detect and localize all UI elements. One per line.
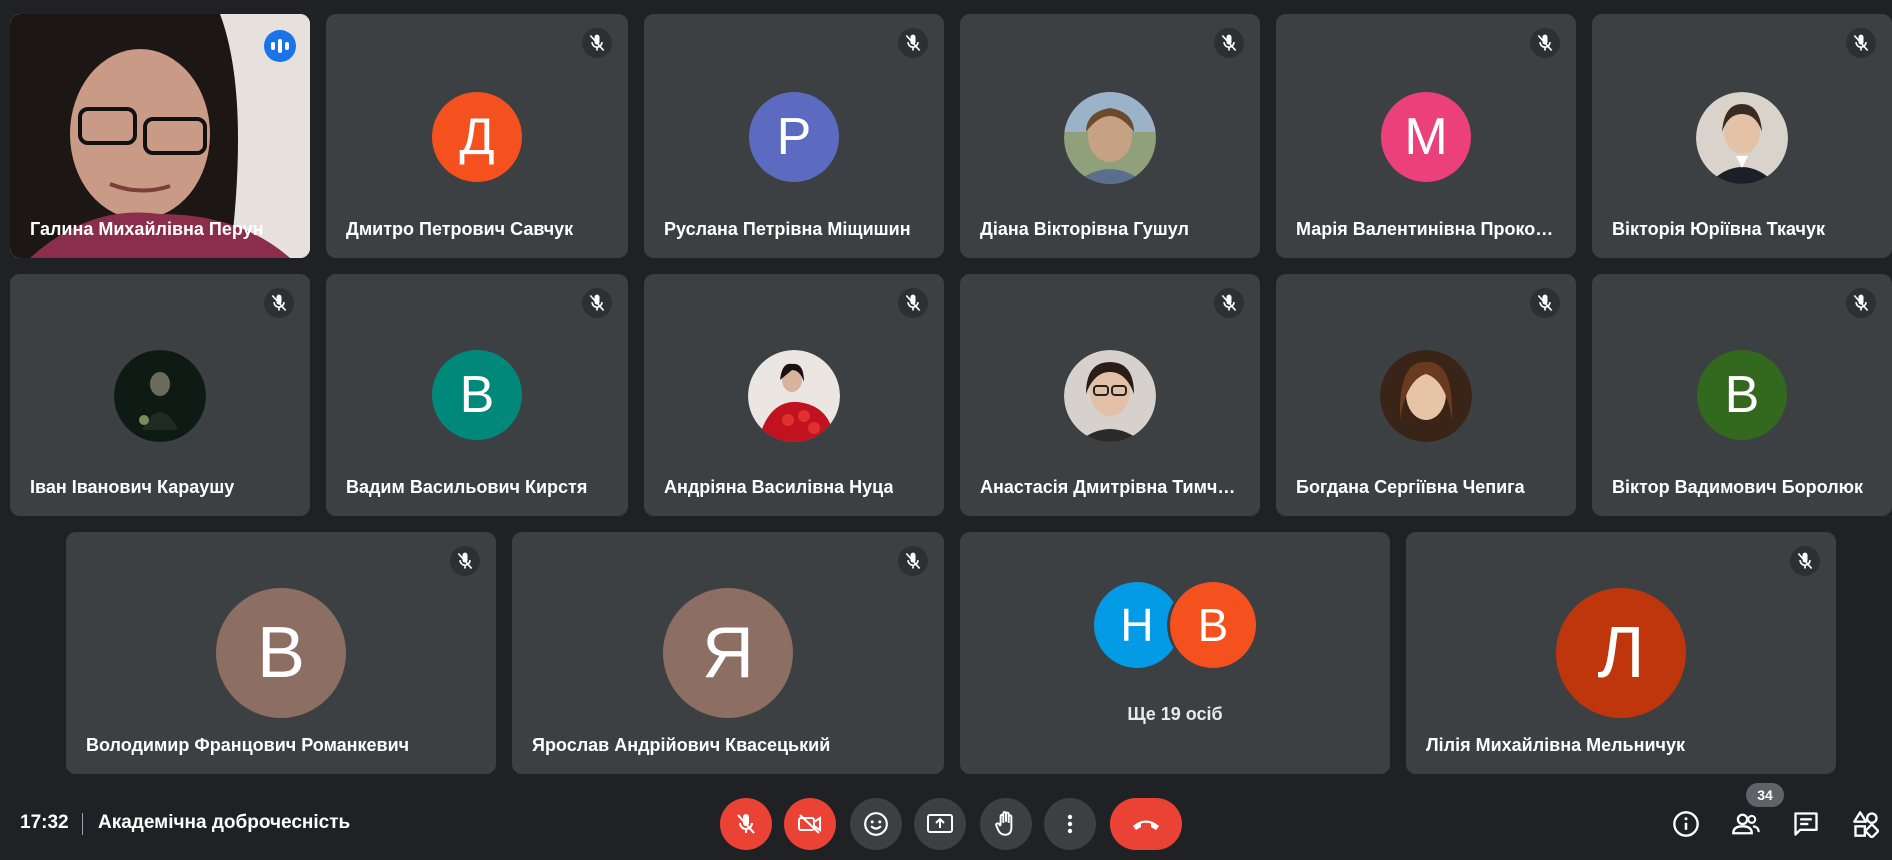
participant-tile[interactable]: Д Дмитро Петрович Савчук	[326, 14, 628, 258]
participant-tile[interactable]: В Вадим Васильович Кирстя	[326, 274, 628, 516]
mic-off-icon	[1214, 288, 1244, 318]
mic-off-icon	[1214, 28, 1244, 58]
avatar: В	[1170, 582, 1256, 668]
mic-off-icon	[898, 546, 928, 576]
mic-off-icon	[1530, 28, 1560, 58]
avatar: В	[1697, 350, 1787, 440]
mic-off-icon	[1846, 28, 1876, 58]
camera-off-icon	[798, 814, 821, 834]
mic-off-icon	[1846, 288, 1876, 318]
avatar-photo	[1380, 350, 1472, 442]
participant-name: Галина Михайлівна Перун	[30, 219, 264, 239]
participant-tile[interactable]: Іван Іванович Караушу	[10, 274, 310, 516]
hand-icon	[995, 811, 1013, 836]
meeting-details-button[interactable]	[1668, 806, 1704, 842]
avatar: В	[216, 588, 346, 718]
present-screen-button[interactable]	[914, 798, 966, 850]
participant-tile[interactable]: Діана Вікторівна Гушул	[960, 14, 1260, 258]
participant-tile[interactable]: Р Руслана Петрівна Міщишин	[644, 14, 944, 258]
participant-tile-speaking[interactable]: Галина Михайлівна Перун	[10, 14, 310, 258]
avatar-photo	[1064, 350, 1156, 442]
more-vertical-icon	[1067, 814, 1073, 834]
mic-off-icon	[582, 28, 612, 58]
leave-call-button[interactable]	[1110, 798, 1182, 850]
participant-name: Іван Іванович Караушу	[30, 477, 235, 497]
avatar: Я	[663, 588, 793, 718]
avatar-photo	[1064, 92, 1156, 184]
participant-name: Ярослав Андрійович Квасецький	[532, 735, 831, 755]
activities-button[interactable]	[1848, 806, 1884, 842]
mic-off-icon	[898, 28, 928, 58]
avatar-photo	[748, 350, 840, 442]
chat-icon	[1794, 812, 1818, 836]
participant-name: Вікторія Юріївна Ткачук	[1612, 219, 1826, 239]
camera-toggle-button[interactable]	[784, 798, 836, 850]
avatar: Л	[1556, 588, 1686, 718]
divider	[82, 813, 83, 835]
avatar-photo	[114, 350, 206, 442]
participant-name: Діана Вікторівна Гушул	[980, 219, 1189, 239]
avatar: М	[1381, 92, 1471, 182]
participant-tile[interactable]: Богдана Сергіївна Чепига	[1276, 274, 1576, 516]
participant-tile[interactable]: В Володимир Францович Романкевич	[66, 532, 496, 774]
mic-off-icon	[582, 288, 612, 318]
microphone-toggle-button[interactable]	[720, 798, 772, 850]
avatar: Н	[1094, 582, 1180, 668]
participant-tile[interactable]: Андріяна Василівна Нуца	[644, 274, 944, 516]
participant-name: Марія Валентинівна Прокоп...	[1296, 219, 1556, 239]
participant-name: Андріяна Василівна Нуца	[664, 477, 894, 497]
participant-name: Лілія Михайлівна Мельничук	[1426, 735, 1686, 755]
participant-name: Віктор Вадимович Боролюк	[1612, 477, 1864, 497]
avatar-photo	[1696, 92, 1788, 184]
people-button[interactable]	[1728, 806, 1764, 842]
participant-name: Анастасія Дмитрівна Тимчи...	[980, 477, 1240, 497]
participant-tile[interactable]: М Марія Валентинівна Прокоп...	[1276, 14, 1576, 258]
participant-tile[interactable]: Я Ярослав Андрійович Квасецький	[512, 532, 944, 774]
clock: 17:32	[20, 812, 69, 833]
speaking-indicator-icon	[264, 30, 296, 62]
mic-off-icon	[1530, 288, 1560, 318]
mic-off-icon	[450, 546, 480, 576]
hang-up-icon	[1133, 820, 1159, 830]
participant-tile[interactable]: Анастасія Дмитрівна Тимчи...	[960, 274, 1260, 516]
meeting-title: Академічна доброчесність	[98, 812, 351, 833]
mic-off-icon	[898, 288, 928, 318]
participant-name: Руслана Петрівна Міщишин	[664, 219, 911, 239]
participant-name: Володимир Францович Романкевич	[86, 735, 410, 755]
avatar: Р	[749, 92, 839, 182]
raise-hand-button[interactable]	[980, 798, 1032, 850]
participant-name: Вадим Васильович Кирстя	[346, 477, 588, 497]
participant-name: Богдана Сергіївна Чепига	[1296, 477, 1525, 497]
others-count-label: Ще 19 осіб	[1127, 704, 1223, 724]
emoji-icon	[864, 812, 888, 836]
present-screen-icon	[927, 814, 953, 833]
mic-off-icon	[264, 288, 294, 318]
reactions-button[interactable]	[850, 798, 902, 850]
participant-name: Дмитро Петрович Савчук	[346, 219, 574, 239]
chat-button[interactable]	[1788, 806, 1824, 842]
participant-tile[interactable]: В Віктор Вадимович Боролюк	[1592, 274, 1892, 516]
avatar: Д	[432, 92, 522, 182]
avatar: В	[432, 350, 522, 440]
mic-off-icon	[1790, 546, 1820, 576]
activities-icon	[1853, 811, 1880, 838]
others-tile[interactable]: Н В Ще 19 осіб	[960, 532, 1390, 774]
info-icon	[1673, 811, 1699, 837]
participant-count-badge: 34	[1746, 783, 1784, 807]
participant-tile[interactable]: Л Лілія Михайлівна Мельничук	[1406, 532, 1836, 774]
people-icon	[1732, 813, 1760, 835]
more-options-button[interactable]	[1044, 798, 1096, 850]
participant-tile[interactable]: Вікторія Юріївна Ткачук	[1592, 14, 1892, 258]
mic-off-icon	[737, 814, 755, 834]
